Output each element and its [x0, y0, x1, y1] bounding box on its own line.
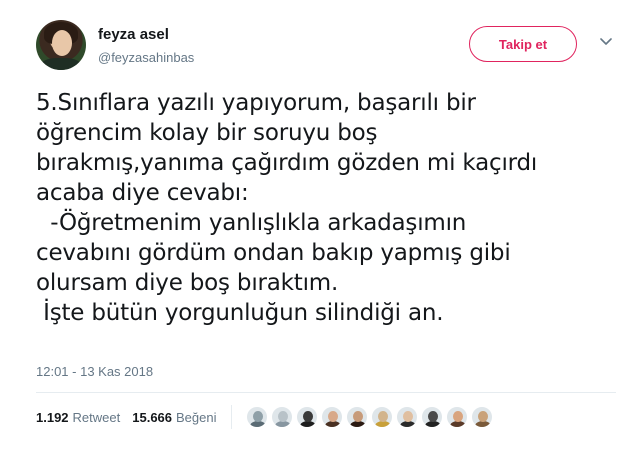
liker-avatar-body — [399, 421, 416, 427]
liker-avatar-body — [349, 421, 366, 427]
liker-avatar-body — [449, 421, 466, 427]
stats-separator — [230, 405, 232, 429]
liker-avatar[interactable] — [320, 406, 343, 428]
liker-avatar-face — [452, 411, 463, 422]
liker-avatar[interactable] — [370, 406, 393, 428]
liker-avatar[interactable] — [470, 406, 493, 428]
liker-avatar[interactable] — [445, 406, 468, 428]
retweet-count[interactable]: 1.192 Retweet — [36, 410, 120, 425]
divider — [36, 392, 616, 393]
liker-avatar-face — [377, 411, 388, 422]
retweet-label: Retweet — [72, 409, 121, 425]
tweet-text: 5.Sınıflara yazılı yapıyorum, başarılı b… — [36, 90, 538, 326]
liker-avatar[interactable] — [345, 406, 368, 428]
author-handle[interactable]: @feyzasahinbas — [98, 50, 194, 65]
avatar-shirt — [40, 58, 82, 70]
liker-avatar-face — [327, 411, 338, 422]
liker-avatar[interactable] — [395, 406, 418, 428]
like-label: Beğeni — [176, 409, 217, 425]
liker-avatar-body — [324, 421, 341, 427]
avatar[interactable] — [36, 20, 86, 70]
liker-avatar-body — [374, 421, 391, 427]
chevron-down-icon — [600, 38, 612, 45]
liker-avatar-body — [274, 421, 291, 427]
more-options-caret[interactable] — [596, 32, 616, 52]
like-number: 15.666 — [132, 409, 173, 425]
liker-avatar-face — [402, 411, 413, 422]
liker-avatar-face — [277, 411, 288, 422]
follow-button[interactable]: Takip et — [469, 26, 577, 62]
liker-avatar-body — [249, 421, 266, 427]
liker-avatar-face — [252, 411, 263, 422]
liker-avatar[interactable] — [420, 406, 443, 428]
tweet-header: feyza asel @feyzasahinbas Takip et — [36, 20, 616, 74]
liker-avatar-face — [477, 411, 488, 422]
tweet-stats: 1.192 Retweet 15.666 Beğeni — [36, 404, 496, 430]
retweet-number: 1.192 — [36, 409, 69, 425]
liker-avatar-body — [474, 421, 491, 427]
liker-avatar-body — [424, 421, 441, 427]
liker-avatars — [245, 406, 496, 428]
liker-avatar-face — [302, 411, 313, 422]
author-name[interactable]: feyza asel — [98, 26, 169, 43]
liker-avatar-face — [427, 411, 438, 422]
liker-avatar-face — [352, 411, 363, 422]
liker-avatar[interactable] — [245, 406, 268, 428]
liker-avatar[interactable] — [270, 406, 293, 428]
avatar-face — [52, 30, 72, 56]
tweet-timestamp[interactable]: 12:01 - 13 Kas 2018 — [36, 364, 153, 379]
like-count[interactable]: 15.666 Beğeni — [132, 410, 216, 425]
liker-avatar-body — [299, 421, 316, 427]
liker-avatar[interactable] — [295, 406, 318, 428]
